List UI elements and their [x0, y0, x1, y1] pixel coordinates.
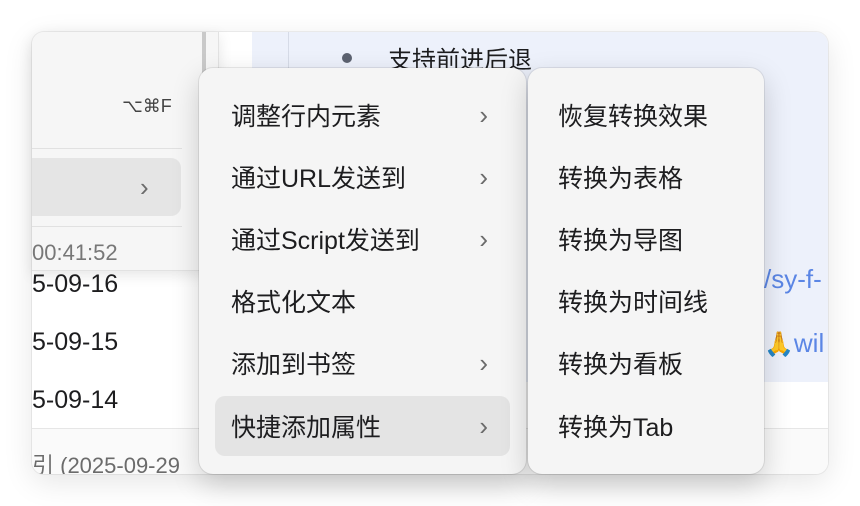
menu-item-add-bookmark[interactable]: 添加到书签 › — [215, 333, 510, 393]
chevron-right-icon: › — [479, 411, 488, 441]
menu-item-label: 快捷添加属性 — [231, 414, 382, 442]
submenu-item-to-timeline[interactable]: 转换为时间线 — [542, 271, 748, 331]
submenu-item-to-mindmap[interactable]: 转换为导图 — [542, 209, 748, 269]
menu-item-label: 通过URL发送到 — [231, 165, 407, 193]
pray-emoji-icon: 🙏 — [764, 331, 794, 358]
divider — [32, 226, 182, 227]
date-entry[interactable]: 5-09-14 — [32, 386, 118, 415]
submenu-item-label: 转换为表格 — [558, 165, 684, 193]
chevron-right-icon: › — [479, 348, 488, 378]
chevron-right-icon: › — [479, 162, 488, 192]
date-entry[interactable]: 5-09-15 — [32, 328, 118, 357]
date-entry[interactable]: 5-09-16 — [32, 270, 118, 299]
link-b-label: wil — [793, 328, 825, 358]
submenu-item-to-kanban[interactable]: 转换为看板 — [542, 333, 748, 393]
timestamp-text: 00:41:52 — [32, 240, 118, 262]
menu-item-label: 通过Script发送到 — [231, 227, 420, 255]
menu-item-quick-add-attribute[interactable]: 快捷添加属性 › — [215, 396, 510, 456]
keyboard-shortcut: ⌥⌘F — [122, 96, 172, 116]
menu-item-label: 调整行内元素 — [231, 103, 382, 131]
link-text-b[interactable]: 🙏wil — [764, 328, 824, 359]
menu-item-label: 添加到书签 — [231, 351, 357, 379]
highlighted-menu-item[interactable] — [32, 158, 181, 216]
menu-item-send-via-url[interactable]: 通过URL发送到 › — [215, 147, 510, 207]
menu-item-adjust-inline[interactable]: 调整行内元素 › — [215, 85, 510, 145]
menu-item-send-via-script[interactable]: 通过Script发送到 › — [215, 209, 510, 269]
left-popover-menu: ⌥⌘F › 00:41:52 — [32, 32, 219, 271]
submenu-item-label: 转换为Tab — [558, 414, 674, 442]
submenu-item-to-table[interactable]: 转换为表格 — [542, 147, 748, 207]
menu-item-label: 格式化文本 — [231, 289, 357, 317]
chevron-right-icon: › — [479, 100, 488, 130]
link-text-a[interactable]: /sy-f- — [764, 264, 822, 295]
submenu-item-label: 恢复转换效果 — [558, 103, 709, 131]
submenu-item-label: 转换为时间线 — [558, 289, 709, 317]
footer-text: 引 (2025-09-29 — [32, 453, 180, 474]
bullet-dot-icon — [342, 52, 352, 63]
context-menu: 调整行内元素 › 通过URL发送到 › 通过Script发送到 › 格式化文本 … — [199, 68, 526, 474]
submenu-item-label: 转换为导图 — [558, 227, 684, 255]
submenu-item-label: 转换为看板 — [558, 351, 684, 379]
divider — [32, 148, 182, 149]
submenu-item-restore[interactable]: 恢复转换效果 — [542, 85, 748, 145]
chevron-right-icon: › — [479, 224, 488, 254]
menu-item-format-text[interactable]: 格式化文本 — [215, 271, 510, 331]
chevron-right-icon: › — [140, 172, 149, 202]
submenu-item-to-tab[interactable]: 转换为Tab — [542, 396, 748, 456]
submenu: 恢复转换效果 转换为表格 转换为导图 转换为时间线 转换为看板 转换为Tab — [528, 68, 764, 474]
